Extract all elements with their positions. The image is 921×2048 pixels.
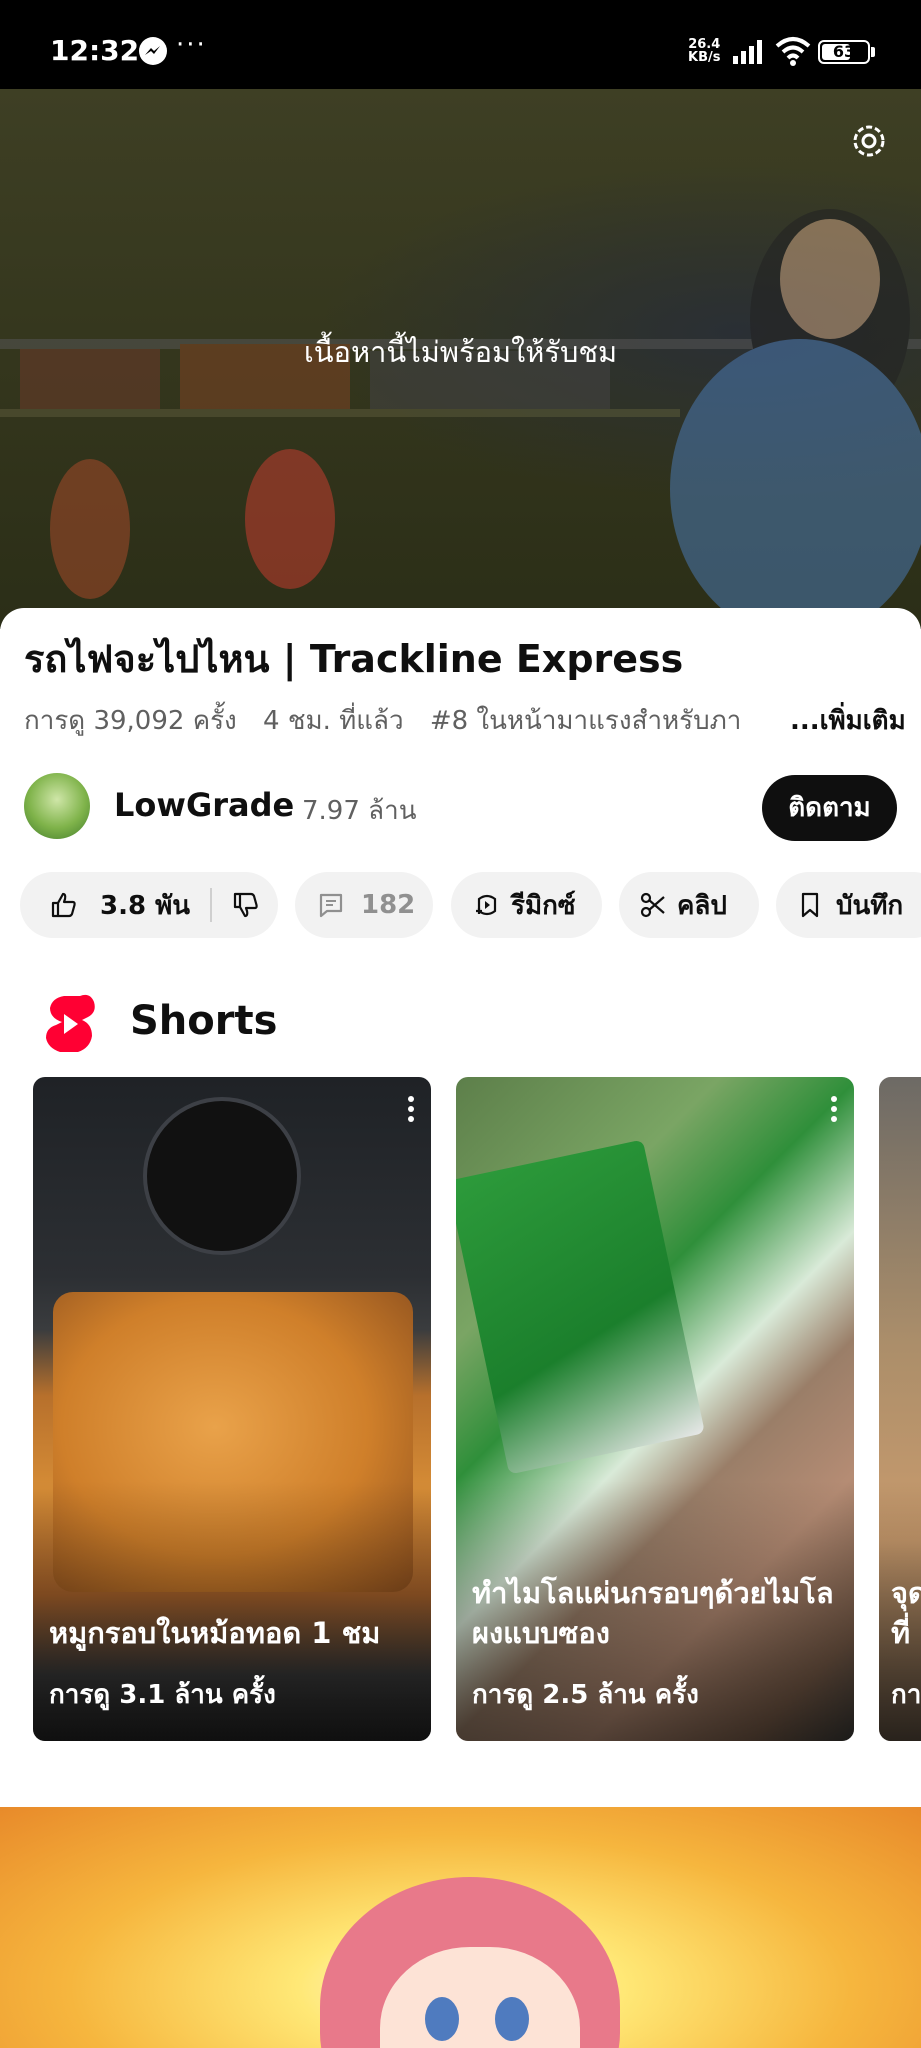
more-options-icon[interactable] [407,1095,415,1123]
network-speed: 26.4 KB/s [688,38,720,64]
video-meta[interactable]: การดู 39,092 ครั้ง 4 ชม. ที่แล้ว #8 ในหน… [24,700,784,741]
short-views: การดู 2.5 ล้าน ครั้ง [472,1680,699,1710]
trending-rank: #8 ในหน้ามาแรงสำหรับภา [429,706,742,736]
short-title: หมูกรอบในหม้อทอด 1 ชม [49,1616,381,1650]
save-button[interactable]: บันทึก [776,872,921,938]
short-title: จุด ที่ [891,1576,921,1650]
character-eye [495,1997,529,2041]
remix-icon [476,894,497,916]
remix-label: รีมิกซ์ [511,890,576,921]
subscriber-count: 7.97 ล้าน [302,796,417,826]
thumbs-down-icon[interactable] [232,891,260,919]
clip-button[interactable]: คลิป [619,872,759,938]
short-title: ทำไมโลแผ่นกรอบๆด้วยไมโลผงแบบซอง [472,1576,834,1650]
battery-level: 63 [832,42,856,61]
comment-icon [319,893,343,918]
channel-avatar[interactable] [24,773,90,839]
short-views: กา [891,1680,921,1710]
more-options-icon[interactable] [830,1095,838,1123]
video-title[interactable]: รถไฟจะไปไหน | Trackline Express [24,628,683,689]
shorts-logo-icon [46,994,95,1052]
subscribe-button[interactable]: ติดตาม [762,775,897,841]
video-player[interactable]: เนื้อหานี้ไม่พร้อมให้รับชม [0,89,921,629]
short-card[interactable]: หมูกรอบในหม้อทอด 1 ชม การดู 3.1 ล้าน ครั… [33,1077,431,1741]
clip-label: คลิป [677,890,727,921]
like-dislike-pill: 3.8 พัน [20,872,278,938]
next-video-thumbnail[interactable] [0,1807,921,2048]
network-speed-unit: KB/s [688,50,721,65]
remix-button[interactable]: รีมิกซ์ [451,872,602,938]
comments-button[interactable]: 182 [295,872,433,938]
like-count[interactable]: 3.8 พัน [100,885,190,926]
divider [210,888,213,922]
action-bar: 3.8 พัน 182 รีมิกซ์ คลิป บันทึก [0,872,921,938]
wifi-icon [775,37,811,66]
short-card[interactable]: ทำไมโลแผ่นกรอบๆด้วยไมโลผงแบบซอง การดู 2.… [456,1077,854,1741]
status-bar: 12:32 ··· 26.4 KB/s 63 [0,0,921,89]
messenger-icon [139,37,167,65]
bookmark-icon [801,892,819,918]
short-card-partial[interactable]: จุด ที่ กา [879,1077,921,1741]
gear-icon[interactable] [847,119,891,163]
content-unavailable-message: เนื้อหานี้ไม่พร้อมให้รับชม [303,335,618,369]
channel-name[interactable]: LowGrade [114,786,294,824]
more-notifications-icon: ··· [176,30,207,60]
scissors-icon [640,892,665,918]
show-more-link[interactable]: ...เพิ่มเติม [790,700,906,741]
comment-count: 182 [361,890,416,920]
thumbs-up-icon[interactable] [50,891,78,919]
character-eye [425,1997,459,2041]
status-time: 12:32 [50,34,140,67]
short-thumbnail [456,1139,706,1475]
upload-time: 4 ชม. ที่แล้ว [263,706,404,736]
shorts-heading: Shorts [130,998,278,1044]
battery-icon: 63 [818,40,870,64]
signal-icon [733,40,762,64]
view-count: การดู 39,092 ครั้ง [24,706,237,736]
save-label: บันทึก [836,890,904,921]
short-views: การดู 3.1 ล้าน ครั้ง [49,1680,276,1710]
short-thumbnail [143,1097,301,1255]
